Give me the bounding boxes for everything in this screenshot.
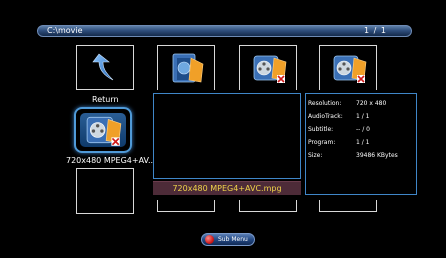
return-arrow-icon xyxy=(92,53,114,81)
page-indicator: 1 / 1 xyxy=(364,26,387,35)
info-value-audiotrack: 1 / 1 xyxy=(356,113,370,120)
info-label-subtitle: Subtitle: xyxy=(308,126,334,133)
path-bar: C:\movie 1 / 1 xyxy=(37,25,412,37)
movie-file-icon xyxy=(86,116,122,146)
empty-tile-1[interactable] xyxy=(76,168,134,214)
filename-bar: 720x480 MPEG4+AVC.mpg xyxy=(153,181,301,195)
empty-tile-2[interactable] xyxy=(157,200,215,212)
folder-tile[interactable] xyxy=(157,45,215,90)
info-label-size: Size: xyxy=(308,152,323,159)
selected-movie-tile[interactable] xyxy=(74,107,132,153)
info-value-program: 1 / 1 xyxy=(356,139,370,146)
return-tile[interactable] xyxy=(76,45,134,90)
empty-tile-3[interactable] xyxy=(239,200,297,212)
folder-icon xyxy=(172,53,204,83)
info-label-audiotrack: AudioTrack: xyxy=(308,113,343,120)
preview-filename: 720x480 MPEG4+AVC.mpg xyxy=(172,184,282,193)
info-value-size: 39486 KBytes xyxy=(356,152,398,159)
return-label: Return xyxy=(92,95,119,104)
current-path: C:\movie xyxy=(47,26,83,35)
movie-tile-2[interactable] xyxy=(319,45,377,90)
preview-window xyxy=(153,93,301,179)
sub-menu-label: Sub Menu xyxy=(218,236,248,243)
movie-file-icon xyxy=(333,55,367,83)
movie-file-icon xyxy=(253,55,287,83)
selected-movie-label: 720x480 MPEG4+AV.. xyxy=(66,156,154,165)
sub-menu-button[interactable]: Sub Menu xyxy=(201,233,255,246)
red-button-icon xyxy=(205,235,214,244)
movie-tile-1[interactable] xyxy=(239,45,297,90)
empty-tile-4[interactable] xyxy=(319,200,377,212)
info-value-subtitle: -- / 0 xyxy=(356,126,370,133)
info-label-resolution: Resolution: xyxy=(308,100,342,107)
info-value-resolution: 720 x 480 xyxy=(356,100,387,107)
file-info-panel: Resolution: 720 x 480 AudioTrack: 1 / 1 … xyxy=(305,93,417,195)
media-browser-screen: C:\movie 1 / 1 Return 720x480 MPEG4+AV..… xyxy=(0,0,446,258)
info-label-program: Program: xyxy=(308,139,336,146)
